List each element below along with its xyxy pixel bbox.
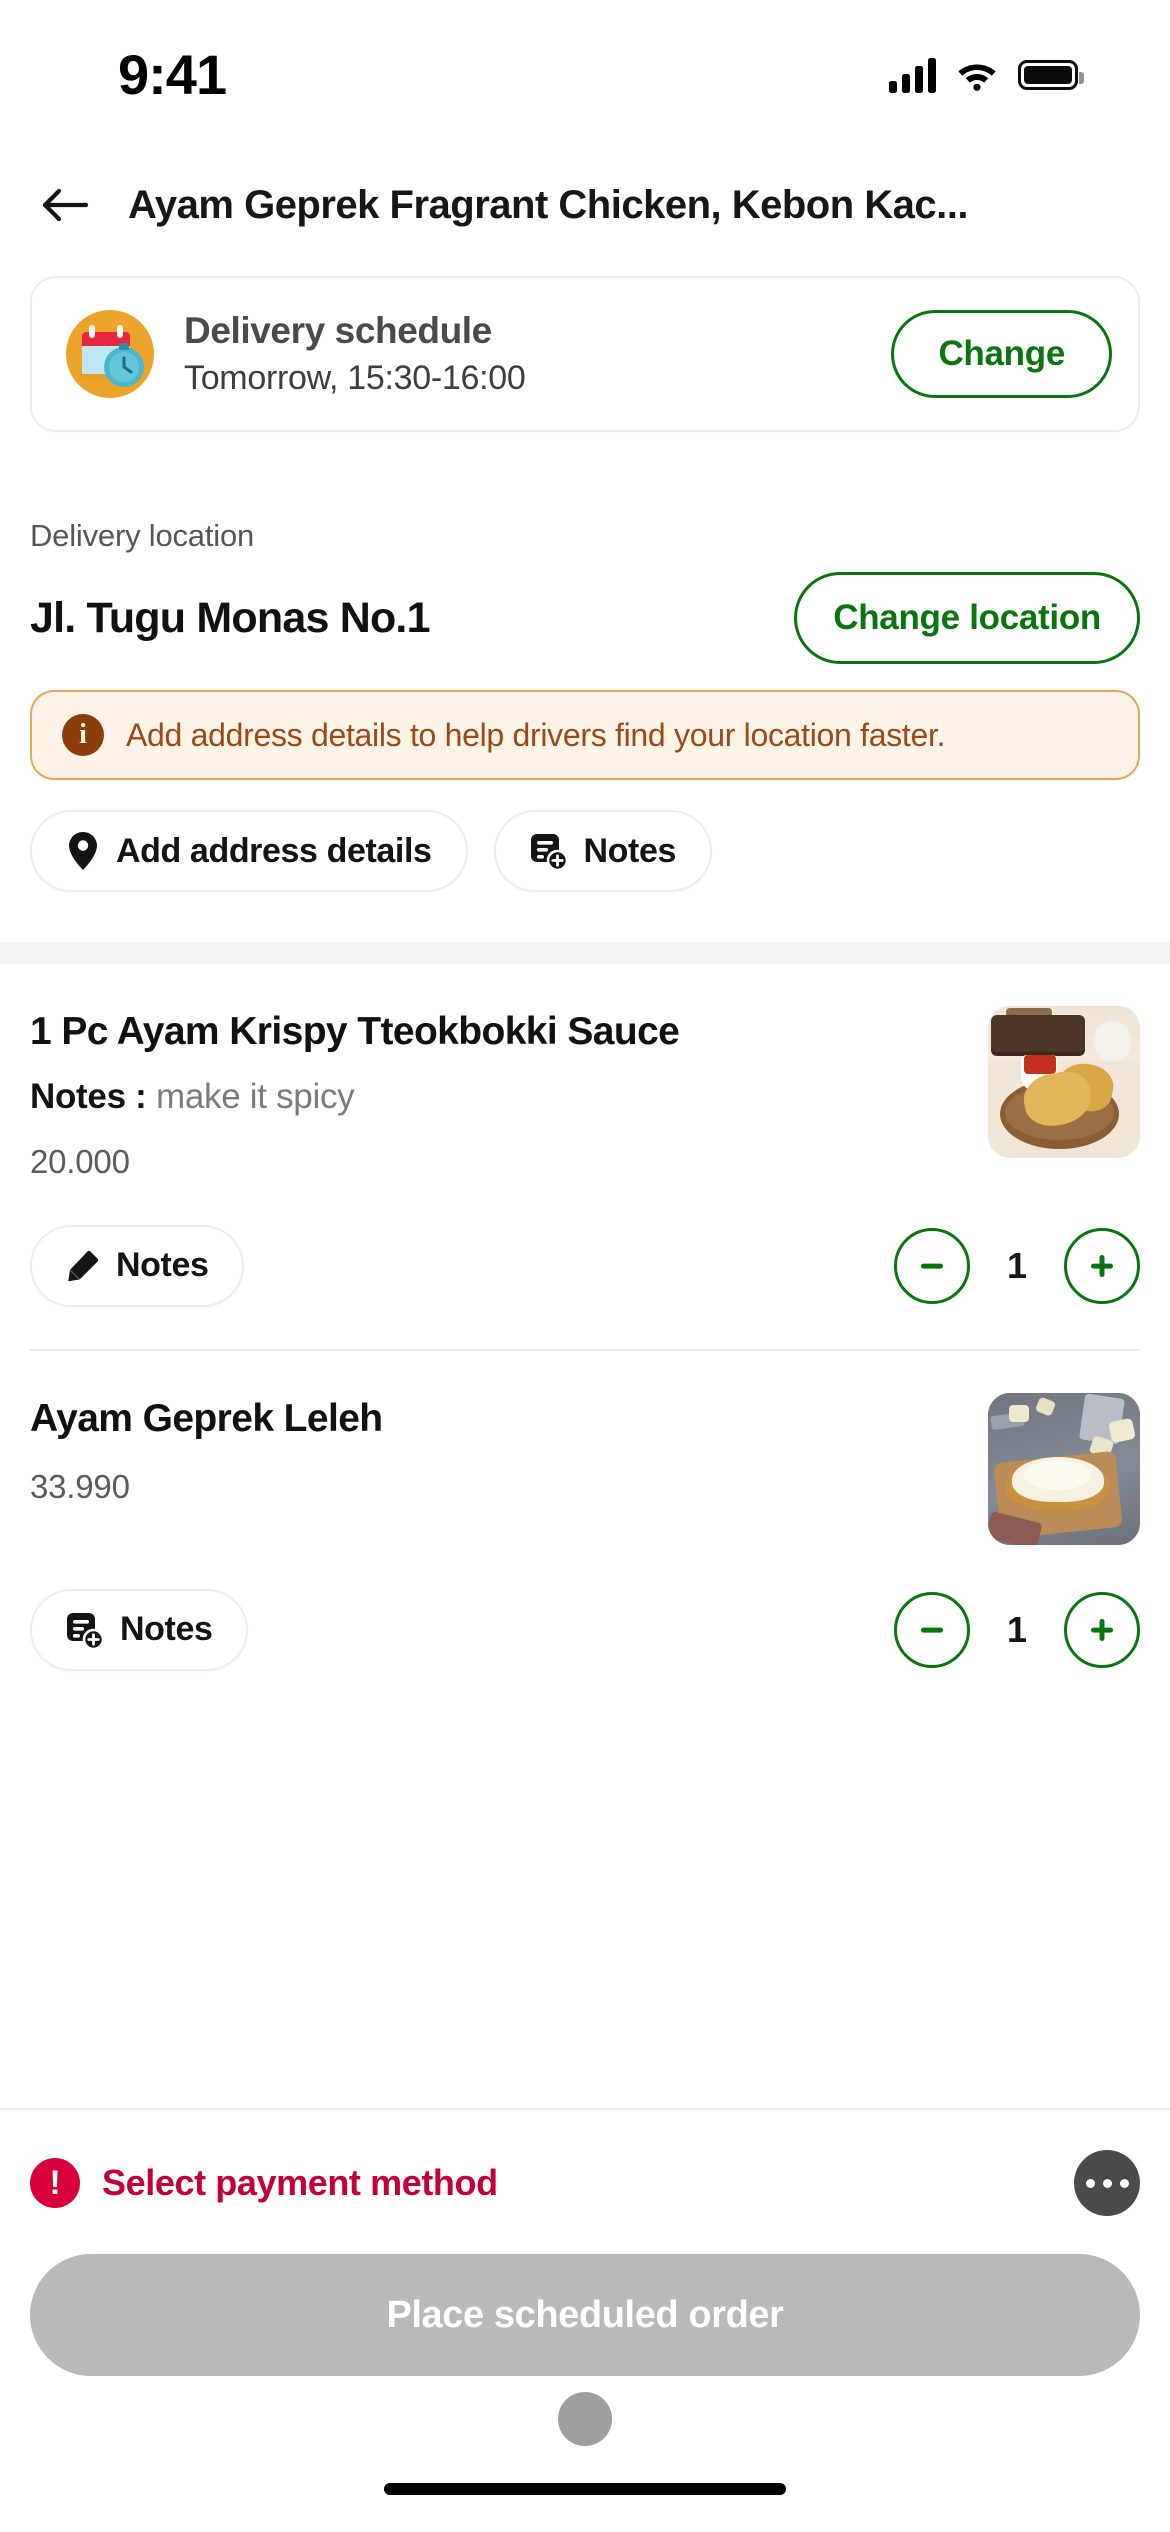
fried-chicken-photo	[988, 1006, 1140, 1158]
payment-method-bar[interactable]: ! Select payment method	[0, 2108, 1170, 2216]
pencil-icon	[68, 1250, 99, 1282]
more-options-icon	[1085, 2178, 1095, 2188]
cellular-signal-icon	[889, 57, 936, 93]
home-indicator	[0, 2446, 1170, 2532]
cart-item: Ayam Geprek Leleh 33.990 Notes 1	[30, 1351, 1140, 1713]
cart-item-info: 1 Pc Ayam Krispy Tteokbokki Sauce Notes …	[30, 1006, 960, 1181]
minus-icon	[921, 1627, 943, 1633]
wifi-icon	[958, 64, 996, 91]
change-location-button[interactable]: Change location	[794, 572, 1140, 664]
cart-item-price: 33.990	[30, 1467, 130, 1505]
more-options-button[interactable]	[1074, 2150, 1140, 2216]
increase-quantity-button[interactable]	[1064, 1591, 1140, 1668]
status-bar: 9:41	[0, 0, 1170, 150]
address-action-chips: Add address details Notes	[0, 780, 1170, 892]
quantity-value: 1	[1006, 1244, 1028, 1286]
cart-item-notes-value: make it spicy	[155, 1076, 355, 1116]
delivery-location-row: Jl. Tugu Monas No.1 Change location	[30, 572, 1140, 664]
address-notes-label: Notes	[583, 831, 677, 870]
note-add-icon	[67, 1612, 104, 1650]
increase-quantity-button[interactable]	[1064, 1227, 1140, 1304]
cart-item-name: Ayam Geprek Leleh	[30, 1396, 383, 1440]
cart-item-thumbnail	[988, 1006, 1140, 1158]
cart-item: 1 Pc Ayam Krispy Tteokbokki Sauce Notes …	[30, 964, 1140, 1351]
cart-item-notes-button-label: Notes	[120, 1610, 213, 1649]
quantity-value: 1	[1006, 1608, 1028, 1650]
quantity-stepper: 1	[894, 1591, 1140, 1668]
calendar-clock-icon	[64, 308, 156, 400]
cart-item-actions: Notes 1	[30, 1181, 1140, 1349]
payment-method-label: Select payment method	[102, 2162, 498, 2203]
cart-item-notes-button[interactable]: Notes	[30, 1588, 249, 1671]
section-divider	[0, 942, 1170, 964]
delivery-schedule-title: Delivery schedule	[184, 309, 492, 351]
back-button[interactable]	[36, 176, 94, 234]
cta-section: Place scheduled order	[0, 2216, 1170, 2446]
status-indicators	[889, 57, 1084, 93]
cart-item-top: 1 Pc Ayam Krispy Tteokbokki Sauce Notes …	[30, 1006, 1140, 1181]
alert-exclamation-icon: !	[30, 2158, 80, 2208]
minus-icon	[921, 1263, 943, 1269]
app-header: Ayam Geprek Fragrant Chicken, Kebon Kac.…	[0, 150, 1170, 260]
address-details-warning: i Add address details to help drivers fi…	[30, 690, 1140, 780]
add-address-details-label: Add address details	[116, 831, 432, 870]
cart-item-notes-label: Notes :	[30, 1076, 147, 1116]
quantity-stepper: 1	[894, 1227, 1140, 1304]
delivery-schedule-text: Delivery schedule Tomorrow, 15:30-16:00	[184, 310, 863, 399]
payment-method-status: ! Select payment method	[30, 2158, 498, 2208]
status-time: 9:41	[118, 43, 227, 106]
scroll-area[interactable]: Delivery schedule Tomorrow, 15:30-16:00 …	[0, 260, 1170, 2108]
plus-icon	[1091, 1618, 1113, 1641]
map-pin-icon	[69, 832, 97, 870]
page-title: Ayam Geprek Fragrant Chicken, Kebon Kac.…	[128, 182, 968, 227]
back-arrow-icon	[42, 188, 89, 222]
cart-item-actions: Notes 1	[30, 1545, 1140, 1713]
cart-item-thumbnail	[988, 1392, 1140, 1545]
address-notes-button[interactable]: Notes	[493, 810, 712, 892]
cart-item-notes-button[interactable]: Notes	[30, 1224, 245, 1307]
delivery-address: Jl. Tugu Monas No.1	[30, 593, 430, 642]
decrease-quantity-button[interactable]	[894, 1591, 970, 1668]
melted-cheese-chicken-photo	[988, 1392, 1140, 1545]
note-add-icon	[530, 834, 568, 871]
address-details-warning-text: Add address details to help drivers find…	[126, 717, 946, 753]
cart-item-name: 1 Pc Ayam Krispy Tteokbokki Sauce	[30, 1010, 680, 1053]
add-address-details-button[interactable]: Add address details	[30, 810, 468, 892]
cart-item-top: Ayam Geprek Leleh 33.990	[30, 1392, 1140, 1545]
battery-full-icon	[1018, 60, 1084, 90]
pull-handle-dot	[558, 2392, 612, 2446]
app-screen: 9:41 Ayam Geprek Fragrant Chicken, Kebon…	[0, 0, 1170, 2532]
delivery-schedule-card[interactable]: Delivery schedule Tomorrow, 15:30-16:00 …	[30, 276, 1140, 432]
pull-handle[interactable]	[30, 2376, 1140, 2446]
cart-item-price: 20.000	[30, 1142, 130, 1180]
plus-icon	[1091, 1254, 1113, 1277]
delivery-location-section: Delivery location Jl. Tugu Monas No.1 Ch…	[0, 432, 1170, 664]
decrease-quantity-button[interactable]	[894, 1227, 970, 1304]
info-icon: i	[62, 714, 104, 756]
cart-item-info: Ayam Geprek Leleh 33.990	[30, 1393, 960, 1545]
cart-items: 1 Pc Ayam Krispy Tteokbokki Sauce Notes …	[0, 964, 1170, 1713]
cart-item-notes: Notes : make it spicy	[30, 1077, 960, 1117]
place-scheduled-order-button[interactable]: Place scheduled order	[30, 2254, 1140, 2376]
delivery-location-label: Delivery location	[30, 518, 255, 553]
delivery-schedule-time: Tomorrow, 15:30-16:00	[184, 359, 526, 398]
change-schedule-button[interactable]: Change	[891, 310, 1112, 398]
cart-item-notes-button-label: Notes	[116, 1246, 209, 1285]
